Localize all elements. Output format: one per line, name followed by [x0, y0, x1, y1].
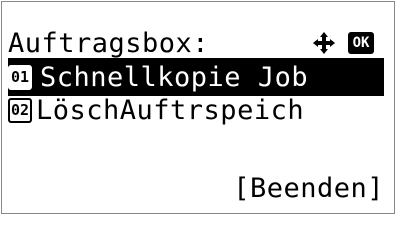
- ok-key-icon: OK: [348, 32, 374, 54]
- footer-row: [Beenden]: [8, 169, 388, 207]
- menu-item-number: 02: [8, 97, 32, 123]
- menu-item-label: Schnellkopie Job: [40, 61, 309, 93]
- header-row: Auftragsbox: OK: [8, 24, 388, 62]
- menu-item-loeschauftrspeich[interactable]: 02 LöschAuftrspeich: [8, 91, 388, 129]
- four-way-arrow-icon: [313, 32, 335, 54]
- menu-item-label: LöschAuftrspeich: [36, 94, 305, 126]
- lcd-display: Auftragsbox: OK 01 Schnellkopie Job 02 L…: [1, 1, 395, 214]
- screen-title: Auftragsbox:: [8, 27, 210, 59]
- exit-softkey[interactable]: [Beenden]: [233, 173, 384, 204]
- menu-item-number: 01: [8, 64, 32, 90]
